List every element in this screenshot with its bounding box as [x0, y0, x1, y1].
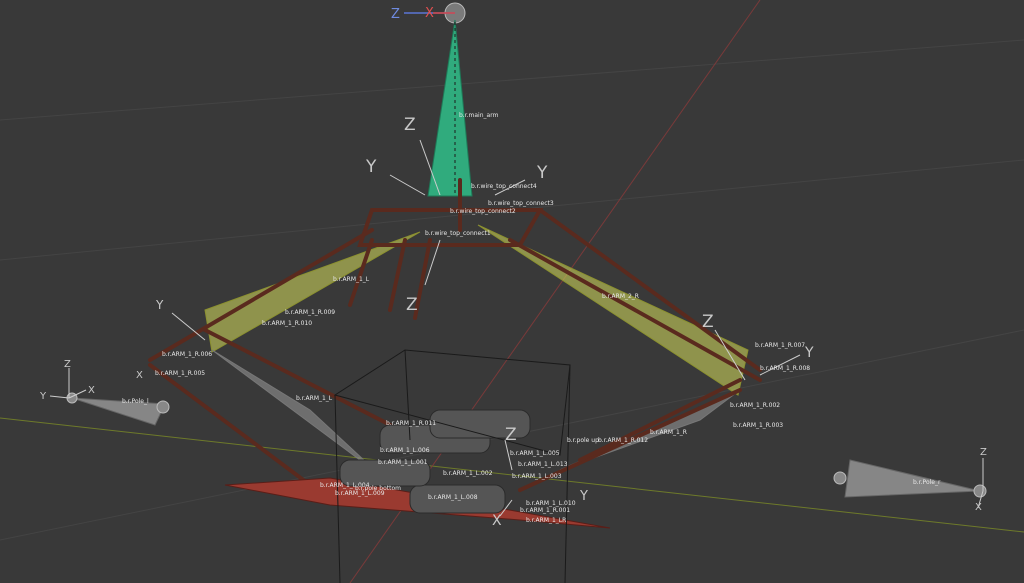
arm-1-l-bone[interactable]	[204, 231, 421, 353]
label-arm-1-l-006: b.r.ARM_1_L.006	[380, 447, 430, 454]
label-arm-1-l-003: b.r.ARM_1_L.003	[512, 473, 562, 480]
pole-r-head	[973, 484, 987, 498]
main-arm-bone[interactable]	[427, 19, 473, 197]
navigation-gizmo[interactable]: Z X	[391, 2, 466, 24]
label-arm-1-r-008: b.r.ARM_1_R.008	[760, 365, 810, 372]
arm-2-r-bone[interactable]	[477, 224, 749, 396]
svg-text:Z: Z	[980, 447, 987, 458]
scene-canvas[interactable]: Z X Z Y Y Z Y X Z Y Z Y X Z X Z X Y b.r.…	[0, 0, 1024, 583]
axis-widget-pole-left: Z Y X	[39, 359, 95, 402]
label-pole-bottom: b.r.pole bottom	[355, 485, 401, 492]
label-wire-top-connect2: b.r.wire_top_connect2	[450, 208, 516, 215]
label-arm-1-l: b.r.ARM_1_L	[333, 276, 370, 283]
label-arm-1-l-002: b.r.ARM_1_L.002	[443, 470, 493, 477]
label-arm-1-r-005: b.r.ARM_1_R.005	[155, 370, 205, 377]
label-arm-1-r-012: b.r.ARM_1_R.012	[598, 437, 648, 444]
svg-text:Y: Y	[804, 345, 814, 361]
pole-r-tail	[833, 471, 847, 485]
label-arm-1-r-006: b.r.ARM_1_R.006	[162, 351, 212, 358]
pole-l-tail	[156, 400, 170, 414]
label-arm-1-l-plain: b.r.ARM_1_L	[296, 395, 333, 402]
label-arm-1-l-001: b.r.ARM_1_L.001	[378, 459, 428, 466]
label-arm-1-r-002: b.r.ARM_1_R.002	[730, 402, 780, 409]
svg-text:Y: Y	[365, 157, 377, 177]
svg-text:X: X	[492, 513, 502, 529]
svg-text:Y: Y	[39, 391, 47, 402]
axis-widget-top-right: Y	[494, 163, 548, 196]
svg-text:X: X	[136, 370, 143, 381]
label-main-arm: b.r.main_arm	[459, 112, 499, 119]
label-arm-2-r: b.r.ARM_2_R	[602, 293, 639, 300]
svg-text:Z: Z	[64, 359, 71, 370]
label-arm-1-l-010: b.r.ARM_1_L.010	[526, 500, 576, 507]
label-pole-l: b.r.Pole_l	[122, 398, 149, 405]
svg-text:Y: Y	[536, 163, 548, 183]
3d-viewport[interactable]: Z X Z Y Y Z Y X Z Y Z Y X Z X Z X Y b.r.…	[0, 0, 1024, 583]
label-arm-1-lr: b.r.ARM_1_LR	[526, 517, 566, 524]
label-arm-1-r-007: b.r.ARM_1_R.007	[755, 342, 805, 349]
svg-text:Y: Y	[155, 298, 164, 312]
label-arm-1-r-001: b.r.ARM_1_R.001	[520, 507, 570, 514]
label-arm-1-l-008: b.r.ARM_1_L.008	[428, 494, 478, 501]
arm-1-l-grey-bone[interactable]	[211, 349, 381, 476]
axis-widget-top-left: Z Y	[365, 115, 441, 196]
label-wire-top-connect4: b.r.wire_top_connect4	[471, 183, 537, 190]
svg-text:X: X	[88, 385, 95, 396]
label-arm-1-r-009: b.r.ARM_1_R.009	[285, 309, 335, 316]
svg-text:Z: Z	[505, 425, 517, 445]
label-arm-1-l-005: b.r.ARM_1_L.005	[510, 450, 560, 457]
gizmo-z-label[interactable]: Z	[391, 7, 400, 22]
label-wire-top-connect1: b.r.wire_top_connect1	[425, 230, 491, 237]
label-pole-up: b.r.pole up	[567, 437, 599, 444]
label-pole-r: b.r.Pole_r	[913, 479, 941, 486]
axis-widget-left-arm: Y X	[136, 298, 206, 381]
label-arm-1-r-010: b.r.ARM_1_R.010	[262, 320, 312, 327]
label-arm-1-r: b.r.ARM_1_R	[650, 429, 687, 436]
svg-text:Z: Z	[406, 295, 418, 315]
label-arm-1-l-013: b.r.ARM_1_L.013	[518, 461, 568, 468]
axis-widget-pole-right: Z X	[975, 447, 987, 513]
label-arm-1-r-003: b.r.ARM_1_R.003	[733, 422, 783, 429]
svg-text:X: X	[975, 502, 982, 513]
svg-text:Z: Z	[702, 312, 714, 332]
label-wire-top-connect3: b.r.wire_top_connect3	[488, 200, 554, 207]
pole-l-bone[interactable]	[71, 397, 166, 426]
svg-text:Z: Z	[404, 115, 416, 135]
label-arm-1-r-011: b.r.ARM_1_R.011	[386, 420, 436, 427]
svg-text:Y: Y	[579, 489, 588, 504]
gizmo-x-label[interactable]: X	[425, 6, 434, 21]
